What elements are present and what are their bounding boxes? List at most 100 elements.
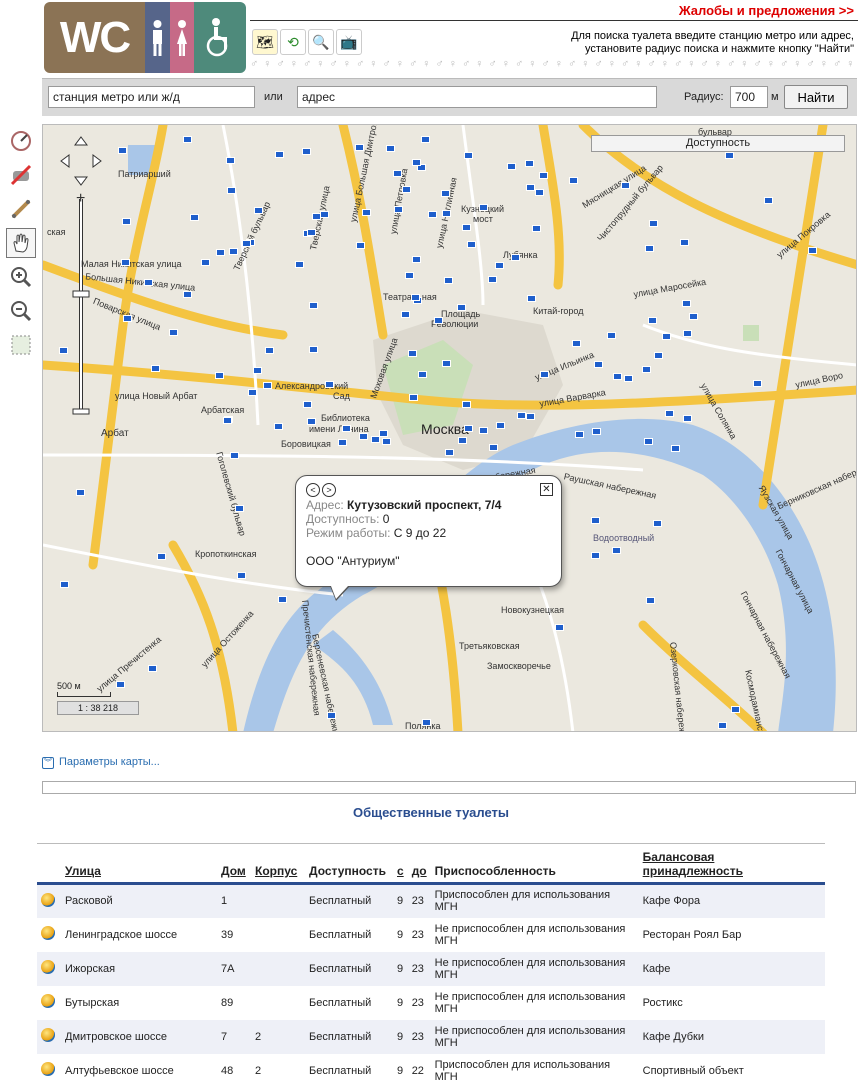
header-street[interactable]: Улица: [61, 843, 217, 885]
toilet-marker-icon[interactable]: [122, 218, 131, 225]
globe-icon[interactable]: [37, 951, 61, 986]
toilet-marker-icon[interactable]: [265, 347, 274, 354]
toilet-marker-icon[interactable]: [312, 213, 321, 220]
toilet-marker-icon[interactable]: [148, 665, 157, 672]
toilet-marker-icon[interactable]: [274, 423, 283, 430]
toilet-marker-icon[interactable]: [525, 160, 534, 167]
toilet-marker-icon[interactable]: [412, 256, 421, 263]
toilet-marker-icon[interactable]: [237, 572, 246, 579]
toilet-marker-icon[interactable]: [307, 418, 316, 425]
toilet-marker-icon[interactable]: [307, 229, 316, 236]
toilet-marker-icon[interactable]: [356, 242, 365, 249]
toilet-marker-icon[interactable]: [248, 389, 257, 396]
header-house[interactable]: Дом: [217, 843, 251, 885]
toilet-marker-icon[interactable]: [607, 332, 616, 339]
toilet-marker-icon[interactable]: [644, 438, 653, 445]
toilet-marker-icon[interactable]: [725, 152, 734, 159]
toilet-marker-icon[interactable]: [457, 304, 466, 311]
toilet-marker-icon[interactable]: [621, 182, 630, 189]
toilet-marker-icon[interactable]: [144, 279, 153, 286]
toilet-marker-icon[interactable]: [223, 417, 232, 424]
globe-icon[interactable]: [37, 918, 61, 952]
toilet-marker-icon[interactable]: [594, 361, 603, 368]
address-input[interactable]: [297, 86, 657, 108]
table-row[interactable]: Ижорская 7А Бесплатный 9 23 Не приспособ…: [37, 951, 825, 986]
toilet-marker-icon[interactable]: [151, 365, 160, 372]
toilet-marker-icon[interactable]: [434, 317, 443, 324]
toilet-marker-icon[interactable]: [254, 207, 263, 214]
table-row[interactable]: Расковой 1 Бесплатный 9 23 Приспособлен …: [37, 883, 825, 918]
toilet-marker-icon[interactable]: [462, 401, 471, 408]
toilet-marker-icon[interactable]: [612, 547, 621, 554]
pan-control[interactable]: [59, 135, 103, 187]
toilet-marker-icon[interactable]: [527, 295, 536, 302]
accessibility-button[interactable]: Доступность: [591, 135, 845, 152]
toilet-marker-icon[interactable]: [382, 438, 391, 445]
toilet-marker-icon[interactable]: [428, 211, 437, 218]
toilet-marker-icon[interactable]: [592, 428, 601, 435]
toilet-marker-icon[interactable]: [495, 262, 504, 269]
toilet-marker-icon[interactable]: [479, 427, 488, 434]
toilet-marker-icon[interactable]: [539, 172, 548, 179]
toilet-marker-icon[interactable]: [555, 624, 564, 631]
toilet-marker-icon[interactable]: [649, 220, 658, 227]
toilet-marker-icon[interactable]: [591, 517, 600, 524]
toilet-marker-icon[interactable]: [275, 151, 284, 158]
toilet-marker-icon[interactable]: [169, 329, 178, 336]
station-input[interactable]: [48, 86, 255, 108]
toilet-marker-icon[interactable]: [613, 373, 622, 380]
toilet-marker-icon[interactable]: [479, 204, 488, 211]
toilet-marker-icon[interactable]: [444, 277, 453, 284]
toilet-marker-icon[interactable]: [526, 184, 535, 191]
toilet-marker-icon[interactable]: [467, 241, 476, 248]
ruler-icon[interactable]: [6, 194, 36, 224]
toilet-marker-icon[interactable]: [445, 449, 454, 456]
toilet-marker-icon[interactable]: [422, 719, 431, 726]
table-row[interactable]: Ленинградское шоссе 39 Бесплатный 9 23 Н…: [37, 918, 825, 952]
header-owner[interactable]: Балансовая принадлежность: [638, 843, 825, 885]
toilet-marker-icon[interactable]: [488, 276, 497, 283]
table-row[interactable]: Дмитровское шоссе 7 2 Бесплатный 9 23 Не…: [37, 1019, 825, 1054]
toilet-marker-icon[interactable]: [295, 261, 304, 268]
toilet-marker-icon[interactable]: [671, 445, 680, 452]
toilet-marker-icon[interactable]: [418, 371, 427, 378]
toilet-marker-icon[interactable]: [496, 422, 505, 429]
toilet-marker-icon[interactable]: [683, 415, 692, 422]
toilet-marker-icon[interactable]: [309, 346, 318, 353]
toilet-marker-icon[interactable]: [402, 186, 411, 193]
toilet-marker-icon[interactable]: [753, 380, 762, 387]
zoom-in-icon[interactable]: [6, 262, 36, 292]
toilet-marker-icon[interactable]: [242, 240, 251, 247]
toilet-marker-icon[interactable]: [645, 245, 654, 252]
zoom-out-icon[interactable]: [6, 296, 36, 326]
toilet-marker-icon[interactable]: [327, 712, 336, 719]
hand-pan-icon[interactable]: [6, 228, 36, 258]
toilet-marker-icon[interactable]: [489, 444, 498, 451]
toilet-marker-icon[interactable]: [464, 425, 473, 432]
find-button[interactable]: Найти: [784, 85, 848, 109]
toilet-marker-icon[interactable]: [572, 340, 581, 347]
toilet-marker-icon[interactable]: [718, 722, 727, 729]
toilet-marker-icon[interactable]: [662, 333, 671, 340]
toilet-marker-icon[interactable]: [648, 317, 657, 324]
toilet-marker-icon[interactable]: [393, 170, 402, 177]
toilet-marker-icon[interactable]: [409, 394, 418, 401]
toilet-marker-icon[interactable]: [278, 596, 287, 603]
toilet-marker-icon[interactable]: [123, 315, 132, 322]
radius-input[interactable]: [730, 86, 768, 108]
toilet-marker-icon[interactable]: [183, 291, 192, 298]
tv-icon[interactable]: 📺: [336, 29, 362, 55]
toilet-marker-icon[interactable]: [405, 272, 414, 279]
toilet-marker-icon[interactable]: [441, 190, 450, 197]
globe-icon[interactable]: [37, 1019, 61, 1054]
toilet-marker-icon[interactable]: [412, 159, 421, 166]
toilet-marker-icon[interactable]: [511, 254, 520, 261]
toilet-marker-icon[interactable]: [302, 148, 311, 155]
toilet-marker-icon[interactable]: [458, 437, 467, 444]
toilet-marker-icon[interactable]: [226, 157, 235, 164]
toilet-marker-icon[interactable]: [682, 300, 691, 307]
header-from[interactable]: с: [393, 843, 408, 885]
toilet-marker-icon[interactable]: [118, 147, 127, 154]
complaints-link[interactable]: Жалобы и предложения >>: [679, 3, 854, 18]
toilet-marker-icon[interactable]: [60, 581, 69, 588]
